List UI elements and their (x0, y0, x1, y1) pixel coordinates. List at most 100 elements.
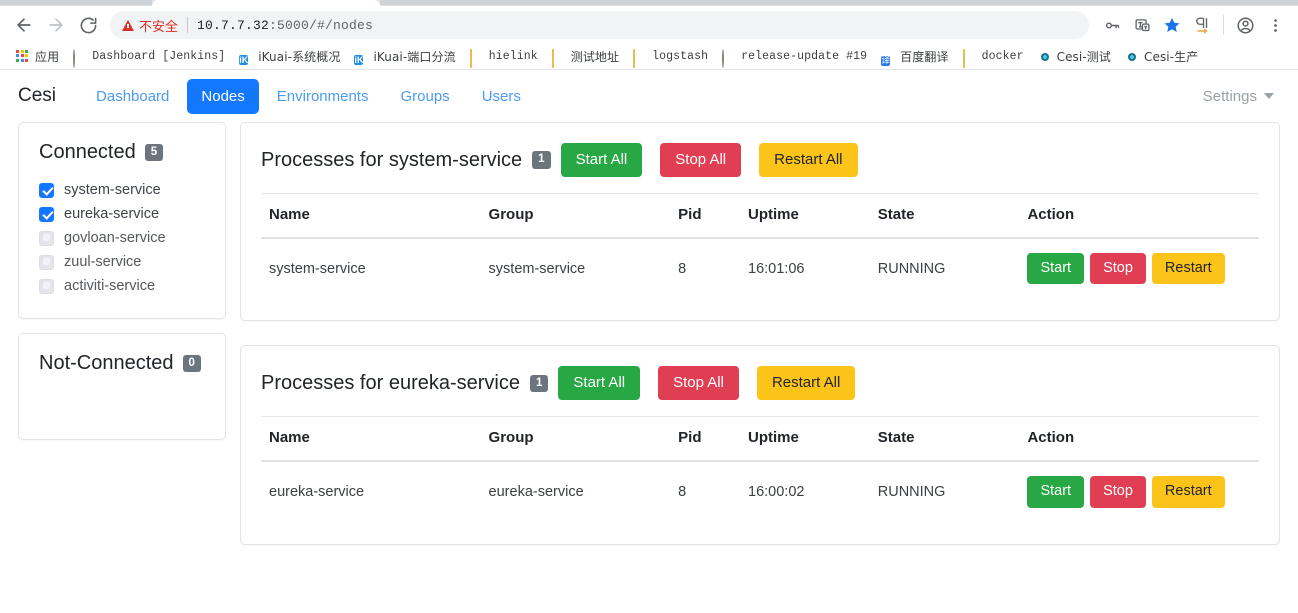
nav-item-environments[interactable]: Environments (263, 79, 383, 114)
node-list-item[interactable]: activiti-service (39, 274, 205, 298)
restart-all-button[interactable]: Restart All (756, 366, 856, 401)
column-header-group: Group (480, 193, 671, 239)
address-bar[interactable]: 不安全 10.7.7.32:5000/#/nodes (110, 11, 1089, 39)
node-list-item[interactable]: zuul-service (39, 250, 205, 274)
app-nav-links: Dashboard Nodes Environments Groups Users (82, 78, 535, 114)
jenkins-icon (722, 48, 736, 68)
node-list-item[interactable]: govloan-service (39, 226, 205, 250)
table-header-row: Name Group Pid Uptime State Action (261, 416, 1259, 463)
cell-pid: 8 (678, 484, 687, 501)
paragraph-pilcrow-icon[interactable] (1187, 10, 1217, 40)
connected-card: Connected 5 system-service eureka-service… (18, 122, 226, 319)
column-header-action: Action (1019, 416, 1259, 463)
nav-item-users[interactable]: Users (468, 79, 535, 114)
bookmark-item[interactable]: 译百度翻译 (875, 46, 954, 68)
bookmark-item[interactable]: iK iKuai-系统概况 (233, 46, 346, 68)
password-key-icon[interactable] (1097, 10, 1127, 40)
restart-button[interactable]: Restart (1151, 476, 1225, 508)
navbar-right: Settings (1203, 88, 1280, 105)
bookmark-item[interactable]: 应用 (10, 46, 65, 68)
node-label: govloan-service (64, 230, 166, 246)
node-checkbox[interactable] (39, 182, 54, 198)
start-button[interactable]: Start (1027, 476, 1085, 508)
ikuai-icon: iK (239, 54, 249, 65)
start-all-button[interactable]: Start All (558, 366, 641, 401)
bookmark-label: Cesi-测试 (1056, 50, 1111, 64)
nav-item-groups[interactable]: Groups (386, 79, 463, 114)
reload-icon (80, 17, 96, 33)
cesi-icon (1125, 50, 1139, 64)
cesi-app: Cesi Dashboard Nodes Environments Groups Use… (0, 70, 1298, 613)
column-header-pid: Pid (670, 193, 741, 239)
bookmark-label: release-update #19 (741, 50, 868, 63)
column-header-action: Action (1019, 193, 1259, 239)
translate-image-icon[interactable] (1127, 10, 1157, 40)
start-all-button[interactable]: Start All (560, 143, 643, 177)
stop-all-button[interactable]: Stop All (658, 366, 739, 401)
process-panels: Processes for system-service 1 Start All St… (240, 122, 1280, 545)
column-header-uptime: Uptime (740, 193, 870, 239)
cell-pid: 8 (678, 260, 687, 277)
bookmark-item[interactable]: 测试地址 (546, 46, 625, 68)
app-brand[interactable]: Cesi (18, 85, 56, 107)
browser-tab-strip[interactable] (0, 0, 1298, 6)
column-header-uptime: Uptime (740, 416, 870, 463)
chrome-menu-icon[interactable] (1260, 10, 1290, 40)
stop-all-button[interactable]: Stop All (660, 143, 742, 177)
bookmark-item[interactable]: iK iKuai-端口分流 (348, 46, 461, 68)
folder-icon (551, 48, 566, 68)
tab-strip-right (380, 0, 1298, 5)
connected-node-list: system-service eureka-service govloan-serv… (39, 178, 205, 298)
table-row: eureka-service eureka-service 8 16:00:02 RUN… (261, 461, 1259, 521)
baidu-translate-icon: 译 (881, 55, 891, 66)
back-button[interactable] (8, 9, 40, 41)
arrow-right-icon (49, 18, 63, 32)
column-header-name: Name (261, 193, 481, 239)
bookmark-item[interactable]: logstash (627, 46, 714, 68)
cell-state: RUNNING (877, 484, 946, 501)
nav-item-nodes[interactable]: Nodes (187, 78, 259, 114)
node-list-item[interactable]: eureka-service (39, 202, 205, 226)
not-connected-title-text: Not-Connected (39, 352, 174, 374)
node-checkbox[interactable] (39, 206, 54, 222)
column-header-state: State (869, 416, 1020, 463)
cell-uptime: 16:01:06 (748, 260, 805, 277)
forward-button[interactable] (40, 9, 72, 41)
stop-button[interactable]: Stop (1090, 253, 1146, 285)
bookmarks-bar[interactable]: 应用 Dashboard [Jenkins] iK iKuai-系统概况 iK iKuai… (0, 44, 1298, 70)
url-text[interactable]: 10.7.7.32:5000/#/nodes (197, 18, 373, 33)
restart-button[interactable]: Restart (1151, 253, 1225, 285)
browser-chrome: 不安全 10.7.7.32:5000/#/nodes 应用 Dashboard … (0, 0, 1298, 70)
node-checkbox[interactable] (39, 278, 54, 294)
insecure-warning-icon (122, 19, 134, 31)
stop-button[interactable]: Stop (1090, 476, 1146, 508)
bookmark-label: iKuai-端口分流 (373, 50, 456, 64)
insecure-label[interactable]: 不安全 (139, 16, 178, 35)
nav-item-dashboard[interactable]: Dashboard (82, 79, 183, 114)
bookmark-item[interactable]: Cesi-生产 (1119, 46, 1204, 68)
bookmark-item[interactable]: Dashboard [Jenkins] (67, 46, 231, 68)
process-panel-header: Processes for system-service 1 Start All St… (261, 141, 1259, 193)
omnibox-divider (187, 17, 189, 33)
start-button[interactable]: Start (1027, 253, 1085, 285)
node-list-item[interactable]: system-service (39, 178, 205, 202)
cell-state: RUNNING (877, 260, 946, 277)
active-browser-tab[interactable] (152, 0, 380, 6)
profile-avatar-icon[interactable] (1230, 10, 1260, 40)
cell-uptime: 16:00:02 (748, 484, 805, 501)
restart-all-button[interactable]: Restart All (759, 143, 858, 177)
process-panel: Processes for system-service 1 Start All St… (240, 122, 1280, 322)
bookmark-item[interactable]: docker (957, 46, 1030, 68)
cell-group: eureka-service (488, 484, 584, 501)
cell-name: eureka-service (269, 484, 365, 501)
bookmark-item[interactable]: Cesi-测试 (1032, 46, 1117, 68)
bookmark-item[interactable]: release-update #19 (716, 46, 873, 68)
bookmark-item[interactable]: hielink (464, 46, 544, 68)
node-checkbox[interactable] (39, 254, 54, 270)
toolbar-icon-group (1097, 10, 1290, 40)
bookmark-star-icon[interactable] (1157, 10, 1187, 40)
connected-title-text: Connected (39, 141, 136, 163)
node-checkbox[interactable] (39, 230, 54, 246)
settings-dropdown[interactable]: Settings (1203, 88, 1280, 105)
reload-button[interactable] (72, 9, 104, 41)
